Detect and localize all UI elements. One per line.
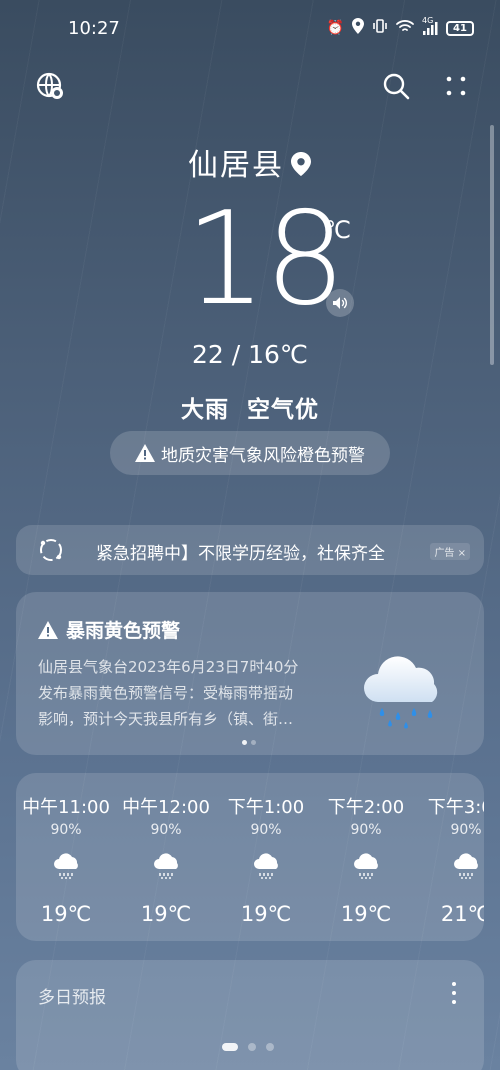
current-temperature: 18 (185, 185, 346, 334)
city-header[interactable]: 仙居县 (0, 140, 500, 184)
hour-temp: 19℃ (240, 902, 292, 926)
hour-time: 中午12:00 (122, 797, 210, 818)
hour-temp: 19℃ (40, 902, 92, 926)
more-dots-icon[interactable] (452, 982, 456, 1004)
hour-time: 下午2:00 (327, 797, 405, 818)
hour-item[interactable]: 中午11:00 90% 19℃ (16, 773, 116, 941)
ad-text: 紧急招聘中】不限学历经验，社保齐全 (96, 544, 385, 564)
page-dot-active (222, 1043, 238, 1051)
page-dot (251, 740, 256, 745)
ad-close-tag[interactable]: 广告 × (430, 543, 470, 560)
hour-time: 下午3:00 (427, 797, 484, 818)
rain-cloud-icon (254, 853, 278, 879)
search-icon[interactable] (378, 68, 414, 104)
warning-line: 发布暴雨黄色预警信号：受梅雨带摇动 (38, 684, 294, 702)
warning-page-dots (242, 740, 256, 745)
battery-icon: 41 (446, 20, 474, 36)
page-dot-active (242, 740, 247, 745)
warning-line: 影响，预计今天我县所有乡（镇、街… (38, 710, 294, 728)
weather-conditions: 大雨 空气优 (180, 397, 319, 423)
temperature-unit: ℃ (324, 216, 351, 244)
warning-line: 仙居县气象台2023年6月23日7时40分 (38, 658, 299, 676)
more-dots-icon[interactable] (438, 68, 474, 104)
hour-temp: 21℃ (440, 902, 484, 926)
hour-time: 下午1:00 (227, 797, 305, 818)
alert-pill[interactable]: 地质灾害气象风险橙色预警 (110, 431, 390, 475)
hour-precip-chance: 90% (450, 822, 482, 838)
rain-cloud-icon (354, 853, 378, 879)
city-name: 仙居县 (188, 148, 284, 183)
alarm-icon: ⏰ (326, 20, 344, 36)
hour-item[interactable]: 下午3:00 90% 21℃ (416, 773, 484, 941)
hour-precip-chance: 90% (50, 822, 82, 838)
status-time: 10:27 (68, 18, 120, 39)
hour-precip-chance: 90% (150, 822, 182, 838)
hour-temp: 19℃ (140, 902, 192, 926)
status-bar: 10:27 ⏰ 4G 41 (0, 0, 500, 60)
hourly-forecast[interactable]: 中午11:00 90% 19℃ 中午12:00 90% 19℃ 下午1:00 9… (16, 773, 484, 941)
location-status-icon (352, 18, 364, 38)
multi-day-forecast[interactable]: 多日预报 (16, 960, 484, 1070)
warning-triangle-icon (135, 444, 155, 462)
hour-precip-chance: 90% (350, 822, 382, 838)
temperature-range: 22 / 16℃ (191, 340, 308, 369)
warning-title-text: 暴雨黄色预警 (66, 620, 181, 642)
hour-time: 中午11:00 (22, 797, 110, 818)
page-dot (266, 1043, 274, 1051)
status-icons: ⏰ 4G 41 (326, 16, 474, 38)
signal-icon: 4G (422, 16, 438, 35)
rain-cloud-icon (454, 853, 478, 879)
warning-card[interactable]: 暴雨黄色预警 仙居县气象台2023年6月23日7时40分 发布暴雨黄色预警信号：… (16, 592, 484, 755)
hour-precip-chance: 90% (250, 822, 282, 838)
speaker-icon[interactable] (326, 289, 354, 317)
page-indicator (222, 1043, 274, 1051)
hour-item[interactable]: 下午2:00 90% 19℃ (316, 773, 416, 941)
hour-item[interactable]: 中午12:00 90% 19℃ (116, 773, 216, 941)
rain-cloud-icon (364, 656, 438, 729)
vibrate-icon (372, 19, 388, 37)
network-type: 4G (422, 16, 434, 25)
rain-cloud-icon (154, 853, 178, 879)
alert-text: 地质灾害气象风险橙色预警 (161, 445, 365, 466)
wifi-icon (396, 19, 414, 37)
rain-cloud-icon (54, 853, 78, 879)
multi-day-title: 多日预报 (38, 988, 106, 1008)
warning-title: 暴雨黄色预警 (38, 616, 180, 643)
ad-logo-icon (40, 539, 62, 561)
page-dot (248, 1043, 256, 1051)
location-pin-icon (291, 151, 311, 176)
warning-body: 仙居县气象台2023年6月23日7时40分 发布暴雨黄色预警信号：受梅雨带摇动 … (38, 654, 356, 732)
warning-triangle-icon (38, 620, 58, 639)
hour-temp: 19℃ (340, 902, 392, 926)
ad-banner[interactable]: 紧急招聘中】不限学历经验，社保齐全 广告 × (16, 525, 484, 575)
hour-item[interactable]: 下午1:00 90% 19℃ (216, 773, 316, 941)
globe-icon[interactable] (32, 68, 68, 104)
